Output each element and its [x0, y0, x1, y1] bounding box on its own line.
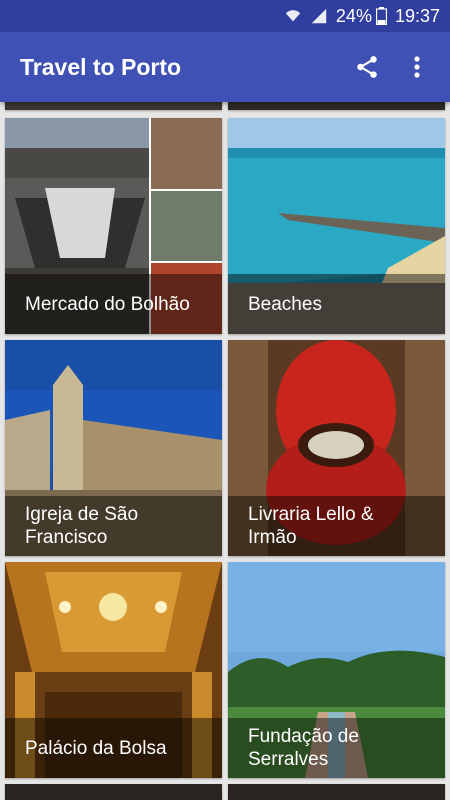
- status-bar: 24% 19:37: [0, 0, 450, 32]
- battery-indicator: 24%: [336, 6, 387, 27]
- share-icon: [357, 56, 377, 78]
- clock: 19:37: [394, 5, 440, 26]
- place-caption: Igreja de São Francisco: [5, 496, 222, 556]
- place-tile-palacio-da-bolsa[interactable]: Palácio da Bolsa: [5, 562, 222, 778]
- place-caption: Beaches: [228, 274, 445, 334]
- app-title: Travel to Porto: [20, 53, 182, 80]
- place-caption: Livraria Lello & Irmão: [228, 496, 445, 556]
- signal-icon: [311, 8, 327, 24]
- place-tile-fundacao-de-serralves[interactable]: Fundação de Serralves: [228, 562, 445, 778]
- place-tile-partial-top-right[interactable]: [228, 102, 445, 110]
- place-tile-partial-top-left[interactable]: [5, 102, 222, 110]
- place-tile-igreja-de-sao-francisco[interactable]: Igreja de São Francisco: [5, 340, 222, 556]
- battery-percent: 24%: [335, 5, 372, 26]
- app-bar: Travel to Porto: [0, 32, 450, 102]
- place-tile-mercado-do-bolhao[interactable]: Mercado do Bolhão: [5, 118, 222, 334]
- wifi-icon: [285, 10, 301, 22]
- place-tile-livraria-lello[interactable]: Livraria Lello & Irmão: [228, 340, 445, 556]
- share-button[interactable]: [352, 52, 382, 82]
- overflow-menu-button[interactable]: [402, 52, 432, 82]
- place-tile-partial-bottom-right[interactable]: [228, 784, 445, 800]
- more-vert-icon: [414, 56, 420, 78]
- place-caption: Palácio da Bolsa: [5, 718, 222, 778]
- place-tile-beaches[interactable]: Beaches: [228, 118, 445, 334]
- battery-icon: [375, 7, 387, 25]
- appbar-actions: [352, 52, 450, 82]
- place-caption: Mercado do Bolhão: [5, 274, 222, 334]
- places-grid: Mercado do Bolhão Beaches Igreja de São …: [0, 102, 450, 800]
- place-caption: Fundação de Serralves: [228, 718, 445, 778]
- place-tile-partial-bottom-left[interactable]: [5, 784, 222, 800]
